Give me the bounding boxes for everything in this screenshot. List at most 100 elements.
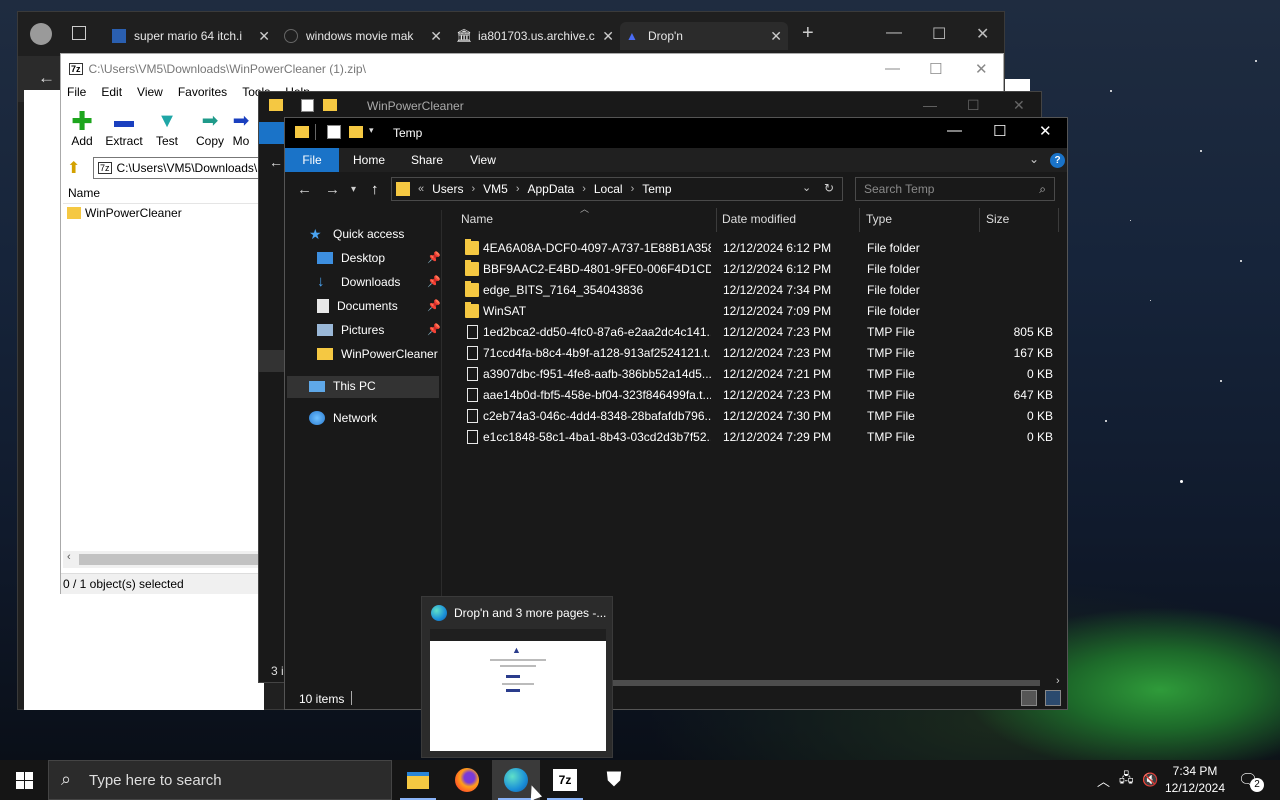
table-row[interactable]: edge_BITS_7164_354043836 12/12/2024 7:34 … [461,280,1061,301]
taskbar-file-explorer[interactable] [394,760,442,800]
test-button[interactable]: ▼ Test [143,108,191,148]
column-type[interactable]: Type [866,212,892,226]
maximize-button[interactable]: ☐ [993,122,1006,140]
back-arrow-icon[interactable]: ← [38,68,55,88]
tab-dropn[interactable]: ▲ Drop'n ✕ [620,22,788,50]
tab-file[interactable]: File [285,148,339,172]
expand-ribbon-icon[interactable]: ⌄ [1029,152,1039,166]
back-arrow-icon[interactable]: ← [269,154,283,170]
horizontal-scrollbar[interactable]: ‹ [63,551,259,568]
table-row[interactable]: BBF9AAC2-E4BD-4801-9FE0-006F4D1CDE... 12/… [461,259,1061,280]
breadcrumb-appdata[interactable]: AppData [528,182,575,196]
tab-actions-icon[interactable] [72,26,86,40]
notification-center-button[interactable]: 🗨 2 [1238,760,1264,800]
file-tab-partial[interactable] [259,122,285,144]
nav-this-pc[interactable]: This PC [309,375,376,397]
start-button[interactable] [0,760,48,800]
column-name[interactable]: Name [461,212,493,226]
maximize-button[interactable]: ☐ [932,24,946,44]
show-hidden-icons[interactable]: ︿ [1097,760,1110,800]
column-date-modified[interactable]: Date modified [722,212,796,226]
close-button[interactable]: ✕ [1039,122,1052,140]
new-folder-icon[interactable] [323,99,337,111]
breadcrumb-vm5[interactable]: VM5 [483,182,508,196]
table-row[interactable]: a3907dbc-f951-4fe8-aafb-386bb52a14d5....… [461,364,1061,385]
taskbar-security[interactable]: ⛊ [590,760,638,800]
help-icon[interactable]: ? [1050,153,1065,168]
table-row[interactable]: 4EA6A08A-DCF0-4097-A737-1E88B1A358... 12/… [461,238,1061,259]
properties-icon[interactable] [301,99,314,112]
profile-avatar[interactable] [30,23,52,45]
taskbar-firefox[interactable] [443,760,491,800]
menu-edit[interactable]: Edit [101,85,122,99]
table-row[interactable]: aae14b0d-fbf5-458e-bf04-323f846499fa.t..… [461,385,1061,406]
close-tab-icon[interactable]: ✕ [430,28,442,45]
table-row[interactable]: e1cc1848-58c1-4ba1-8b43-03cd2d3b7f52... 1… [461,427,1061,448]
minimize-button[interactable]: — [947,122,962,139]
tab-view[interactable]: View [465,148,501,172]
breadcrumb-users[interactable]: Users [432,182,463,196]
tab-super-mario[interactable]: super mario 64 itch.i ✕ [106,22,276,50]
list-item[interactable]: WinPowerCleaner [67,206,182,220]
properties-icon[interactable] [327,125,341,139]
menu-view[interactable]: View [137,85,163,99]
search-box[interactable]: Search Temp ⌕ [855,177,1055,201]
tab-movie-maker[interactable]: windows movie mak ✕ [278,22,448,50]
nav-quick-access[interactable]: ★ Quick access [309,223,404,245]
breadcrumb-local[interactable]: Local [594,182,623,196]
nav-documents[interactable]: Documents [317,295,398,317]
breadcrumb-temp[interactable]: Temp [642,182,671,196]
tab-archive[interactable]: 🏛 ia801703.us.archive.c ✕ [450,22,620,50]
details-view-icon[interactable] [1021,690,1037,706]
new-tab-button[interactable]: + [802,22,814,45]
maximize-button[interactable]: ☐ [967,97,980,114]
minimize-button[interactable]: — [885,60,900,77]
minimize-button[interactable]: — [886,24,902,42]
close-button[interactable]: ✕ [975,60,988,78]
forward-arrow-icon[interactable]: → [325,181,340,198]
network-tray-icon[interactable]: 🖧 [1119,760,1134,800]
nav-desktop[interactable]: Desktop [317,247,385,269]
address-bar[interactable]: « Users › VM5 › AppData › Local › Temp ⌄… [391,177,843,201]
table-row[interactable]: c2eb74a3-046c-4dd4-8348-28bafafdb796....… [461,406,1061,427]
column-header-name[interactable]: Name [63,182,259,204]
customize-quick-access-icon[interactable]: ▾ [369,125,374,136]
close-button[interactable]: ✕ [1013,97,1025,114]
scroll-left-icon[interactable]: ‹ [67,551,71,563]
move-button[interactable]: ➡ Mo [226,108,256,148]
minimize-button[interactable]: — [923,97,937,113]
close-tab-icon[interactable]: ✕ [258,28,270,45]
nav-winpowercleaner[interactable]: WinPowerCleaner [317,343,438,365]
nav-downloads[interactable]: ↓ Downloads [317,271,400,293]
menu-file[interactable]: File [67,85,86,99]
volume-muted-icon[interactable]: 🔇 [1142,760,1158,800]
preview-thumbnail[interactable]: ▲ [430,629,606,751]
new-folder-icon[interactable] [349,126,363,138]
system-clock[interactable]: 7:34 PM 12/12/2024 [1160,763,1230,797]
table-row[interactable]: 71ccd4fa-b8c4-4b9f-a128-913af2524121.t..… [461,343,1061,364]
table-row[interactable]: WinSAT 12/12/2024 7:09 PM File folder [461,301,1061,322]
large-icons-view-icon[interactable] [1045,690,1061,706]
up-arrow-icon[interactable]: ↑ [371,181,379,198]
taskbar-7zip[interactable]: 7z [541,760,589,800]
add-button[interactable]: ✚ Add [58,108,106,148]
nav-pictures[interactable]: Pictures [317,319,384,341]
recent-locations-icon[interactable]: ▾ [351,184,356,195]
extract-button[interactable]: ▬ Extract [100,108,148,148]
table-row[interactable]: 1ed2bca2-dd50-4fc0-87a6-e2aa2dc4c141... 1… [461,322,1061,343]
scrollbar-thumb[interactable] [79,554,259,565]
scroll-right-icon[interactable]: › [1056,675,1060,687]
maximize-button[interactable]: ☐ [929,60,942,78]
close-tab-icon[interactable]: ✕ [602,28,614,45]
close-button[interactable]: ✕ [976,24,989,44]
sevenzip-path-field[interactable]: 7z C:\Users\VM5\Downloads\ [93,157,263,179]
tab-share[interactable]: Share [407,148,447,172]
up-folder-icon[interactable]: ⬆ [67,158,80,178]
tab-home[interactable]: Home [349,148,389,172]
close-tab-icon[interactable]: ✕ [770,28,782,45]
nav-network[interactable]: Network [309,407,377,429]
refresh-icon[interactable]: ↻ [824,181,834,195]
taskbar-search-box[interactable]: ⌕ Type here to search [48,760,392,800]
address-dropdown-icon[interactable]: ⌄ [802,181,811,194]
back-arrow-icon[interactable]: ← [297,181,312,198]
